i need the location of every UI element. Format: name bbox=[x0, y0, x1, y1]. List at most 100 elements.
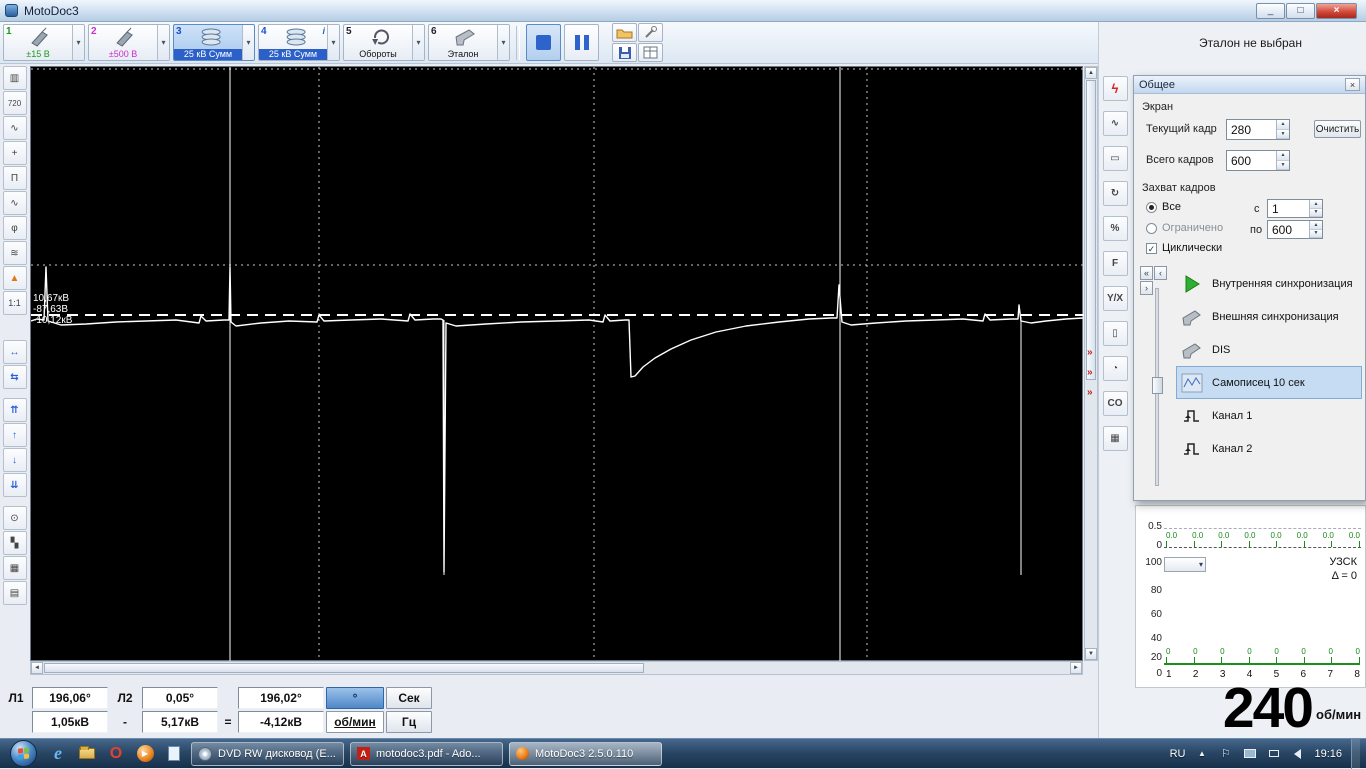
settings-button[interactable] bbox=[638, 23, 663, 42]
chevron-down-icon[interactable]: ▾ bbox=[157, 25, 169, 60]
seconds-unit-button[interactable]: Сек bbox=[386, 687, 432, 709]
clock[interactable]: 19:16 bbox=[1314, 748, 1342, 760]
gauge-channel-select[interactable]: ▾ bbox=[1164, 557, 1206, 572]
document-icon[interactable] bbox=[162, 741, 186, 767]
export-icon[interactable]: ▤ bbox=[3, 581, 27, 605]
sine-wave-icon[interactable]: ∿ bbox=[3, 191, 27, 215]
frame-counter-icon[interactable]: ▥ bbox=[3, 66, 27, 90]
start-button[interactable] bbox=[10, 740, 37, 767]
screen-mode-icon[interactable]: ▭ bbox=[1103, 146, 1128, 171]
stop-button[interactable] bbox=[526, 24, 561, 61]
next-frame-button[interactable]: › bbox=[1140, 281, 1153, 295]
total-frames-value[interactable]: 600 bbox=[1227, 151, 1276, 170]
v-zoom-out-icon[interactable]: ↓ bbox=[3, 448, 27, 472]
vertical-scroll-thumb[interactable] bbox=[1086, 80, 1096, 380]
show-desktop-button[interactable] bbox=[1351, 739, 1360, 769]
chevron-down-icon[interactable]: ▾ bbox=[412, 25, 424, 60]
chevron-down-icon[interactable]: ▾ bbox=[497, 25, 509, 60]
v-scroll-up-icon[interactable]: ⇈ bbox=[3, 398, 27, 422]
taskbar-button-pdf[interactable]: A motodoc3.pdf - Ado... bbox=[350, 742, 503, 766]
scroll-down-icon[interactable]: ▼ bbox=[1085, 648, 1097, 660]
ie-icon[interactable]: e bbox=[46, 741, 70, 767]
show-hidden-icons-button[interactable]: ▲ bbox=[1194, 746, 1209, 761]
v-zoom-in-icon[interactable]: ↑ bbox=[3, 423, 27, 447]
phase-icon[interactable]: φ bbox=[3, 216, 27, 240]
prev-frame-button[interactable]: ‹ bbox=[1154, 266, 1167, 280]
capture-all-radio[interactable]: Все bbox=[1146, 201, 1181, 213]
from-spinner[interactable]: 1 ▲▼ bbox=[1267, 199, 1323, 218]
h-zoom-out-icon[interactable]: ↔ bbox=[3, 340, 27, 364]
probe-4-button[interactable]: 4 i 25 кВ Сумм ▾ bbox=[258, 24, 340, 61]
report-button[interactable] bbox=[638, 43, 663, 62]
frequency-icon[interactable]: F bbox=[1103, 251, 1128, 276]
panel-close-icon[interactable]: × bbox=[1345, 78, 1360, 91]
save-file-button[interactable] bbox=[612, 43, 637, 62]
percent-chart-icon[interactable]: % bbox=[1103, 216, 1128, 241]
clock-icon[interactable]: ◔ bbox=[1103, 356, 1128, 381]
spin-down-icon[interactable]: ▼ bbox=[1277, 161, 1289, 171]
probe-5-rpm-button[interactable]: 5 Обороты ▾ bbox=[343, 24, 425, 61]
current-frame-value[interactable]: 280 bbox=[1227, 120, 1276, 139]
degrees-unit-button[interactable]: ° bbox=[326, 687, 384, 709]
grid-icon[interactable]: ▦ bbox=[3, 556, 27, 580]
mode-recorder-10s[interactable]: Самописец 10 сек bbox=[1176, 366, 1362, 399]
cycle-720-icon[interactable]: 720 bbox=[3, 91, 27, 115]
chevron-down-icon[interactable]: ▾ bbox=[327, 25, 339, 60]
spin-up-icon[interactable]: ▲ bbox=[1310, 221, 1322, 230]
vertical-scrollbar[interactable]: ▲ »»» ▼ bbox=[1084, 66, 1098, 661]
spark-icon[interactable]: ϟ bbox=[1103, 76, 1128, 101]
display-icon[interactable] bbox=[1242, 746, 1257, 761]
total-frames-spinner[interactable]: 600 ▲▼ bbox=[1226, 150, 1290, 171]
probe-2-button[interactable]: 2 ±500 В ▾ bbox=[88, 24, 170, 61]
action-center-icon[interactable]: ⚐ bbox=[1218, 746, 1233, 761]
taskbar-button-dvd[interactable]: DVD RW дисковод (Е... bbox=[191, 742, 344, 766]
mode-channel-2[interactable]: Канал 2 bbox=[1176, 432, 1362, 465]
spin-down-icon[interactable]: ▼ bbox=[1310, 209, 1322, 218]
horizontal-scroll-thumb[interactable] bbox=[44, 663, 644, 673]
co-gas-icon[interactable]: CO bbox=[1103, 391, 1128, 416]
chevron-down-icon[interactable]: ▾ bbox=[72, 25, 84, 60]
chevron-down-icon[interactable]: ▾ bbox=[242, 25, 254, 60]
probe-1-button[interactable]: 1 ±15 В ▾ bbox=[3, 24, 85, 61]
maximize-button[interactable]: □ bbox=[1286, 3, 1315, 19]
marker-icon[interactable]: ▚ bbox=[3, 531, 27, 555]
h-zoom-in-icon[interactable]: ⇆ bbox=[3, 365, 27, 389]
usb-icon[interactable] bbox=[1266, 746, 1281, 761]
grid-table-icon[interactable]: ▦ bbox=[1103, 426, 1128, 451]
taskbar-button-motodoc[interactable]: MotoDoc3 2.5.0.110 bbox=[509, 742, 662, 766]
horizontal-scrollbar[interactable]: ◄ ► bbox=[30, 661, 1083, 675]
minimize-button[interactable]: _ bbox=[1256, 3, 1285, 19]
ignition-marker-icon[interactable]: ▲ bbox=[3, 266, 27, 290]
panel-titlebar[interactable]: Общее × bbox=[1134, 76, 1365, 94]
capture-limited-radio[interactable]: Ограничено bbox=[1146, 222, 1223, 234]
frame-slider[interactable] bbox=[1155, 288, 1159, 486]
mode-dis[interactable]: DIS bbox=[1176, 333, 1362, 366]
to-value[interactable]: 600 bbox=[1268, 221, 1309, 238]
hz-unit-button[interactable]: Гц bbox=[386, 711, 432, 733]
multi-wave-icon[interactable]: ≋ bbox=[3, 241, 27, 265]
spin-up-icon[interactable]: ▲ bbox=[1277, 120, 1289, 130]
spin-up-icon[interactable]: ▲ bbox=[1277, 151, 1289, 161]
first-frame-button[interactable]: « bbox=[1140, 266, 1153, 280]
oscilloscope-display[interactable]: 10,67кВ -87,63В -10,12кВ bbox=[30, 66, 1083, 661]
to-spinner[interactable]: 600 ▲▼ bbox=[1267, 220, 1323, 239]
language-indicator[interactable]: RU bbox=[1170, 748, 1186, 760]
probe-6-etalon-button[interactable]: 6 Эталон ▾ bbox=[428, 24, 510, 61]
cyclic-checkbox[interactable]: ✓ Циклически bbox=[1146, 242, 1222, 254]
rpm-unit-button[interactable]: об/мин bbox=[326, 711, 384, 733]
mode-channel-1[interactable]: Канал 1 bbox=[1176, 399, 1362, 432]
open-file-button[interactable] bbox=[612, 23, 637, 42]
mode-internal-sync[interactable]: Внутренняя синхронизация bbox=[1176, 267, 1362, 300]
scroll-right-icon[interactable]: ► bbox=[1070, 662, 1082, 674]
volume-icon[interactable] bbox=[1290, 746, 1305, 761]
v-scroll-down-icon[interactable]: ⇊ bbox=[3, 473, 27, 497]
mode-external-sync[interactable]: Внешняя синхронизация bbox=[1176, 300, 1362, 333]
zoom-icon[interactable]: ⊙ bbox=[3, 506, 27, 530]
spin-up-icon[interactable]: ▲ bbox=[1310, 200, 1322, 209]
square-wave-icon[interactable]: Π bbox=[3, 166, 27, 190]
pause-button[interactable] bbox=[564, 24, 599, 61]
spin-down-icon[interactable]: ▼ bbox=[1310, 230, 1322, 239]
gauge-icon[interactable]: ▯ bbox=[1103, 321, 1128, 346]
from-value[interactable]: 1 bbox=[1268, 200, 1309, 217]
signal-icon[interactable]: ∿ bbox=[3, 116, 27, 140]
